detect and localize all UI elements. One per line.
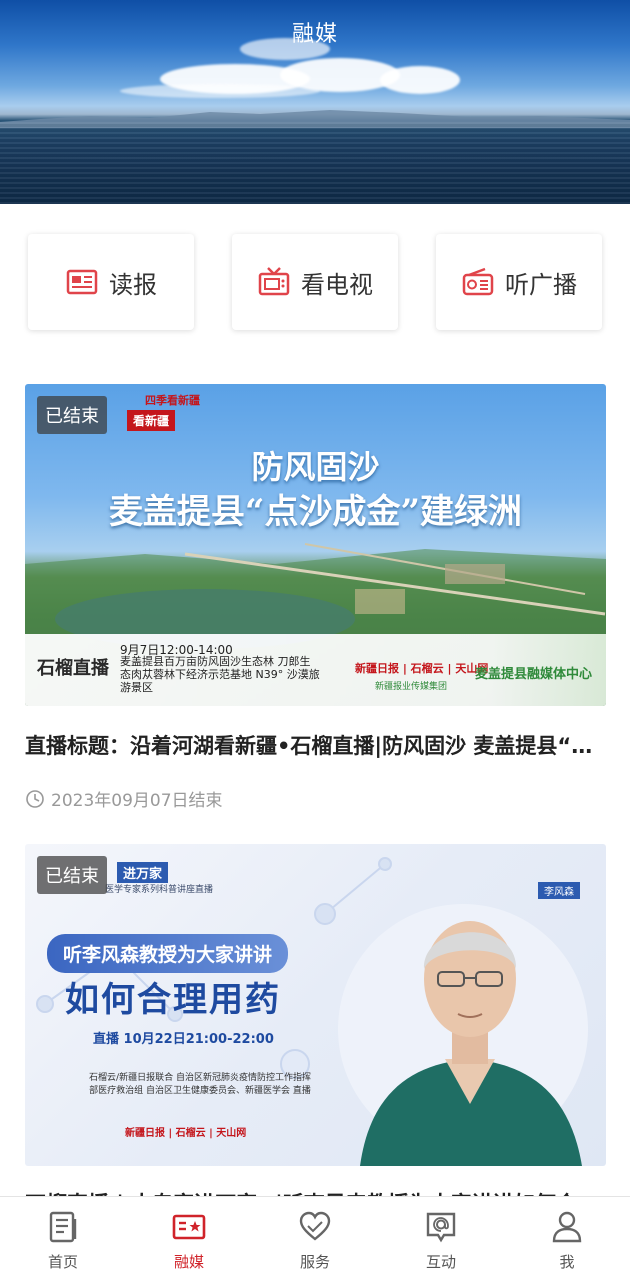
cover-location: 麦盖提县百万亩防风固沙生态林 刀郎生态肉苁蓉林下经济示范基地 N39° 沙漠旅游…	[120, 655, 320, 694]
nav-label-interact: 互动	[425, 1253, 456, 1271]
media-icon	[172, 1214, 206, 1240]
cover-logos: 新疆日报 | 石榴云 | 天山网	[355, 662, 489, 675]
oasis-aerial	[25, 543, 606, 634]
cover-headline-1: 防风固沙	[251, 448, 380, 486]
cover-brand: 进万家	[117, 862, 169, 883]
cover-logos: 新疆日报 | 石榴云 | 天山网	[125, 1128, 247, 1139]
cover-live-time: 直播 10月22日21:00-22:00	[93, 1032, 274, 1047]
doctor-portrait	[360, 921, 582, 1166]
listen-radio-label: 听广播	[505, 270, 577, 299]
cover-county-center: 麦盖提县融媒体中心	[474, 667, 592, 682]
newspaper-icon	[66, 269, 98, 295]
user-icon	[552, 1211, 582, 1243]
header-banner: 融媒	[0, 0, 630, 204]
quick-actions: 读报 看电视 听广播	[28, 234, 602, 330]
feed-item-1-cover[interactable]: 四季看新疆 看新疆 防风固沙 麦盖提县“点沙成金”建绿洲 石榴直播 9月7日12…	[25, 384, 606, 706]
watch-tv-button[interactable]: 看电视	[232, 234, 398, 330]
bottom-nav: 首页 融媒 服务 互动 我	[0, 1196, 630, 1280]
cover-organizers: 石榴云/新疆日报联合 自治区新冠肺炎疫情防控工作指挥部医疗救治组 自治区卫生健康…	[89, 1073, 311, 1096]
clock-icon	[26, 789, 44, 808]
nav-label-service: 服务	[299, 1253, 330, 1271]
nav-label-me: 我	[559, 1253, 575, 1271]
nav-item-interact[interactable]: 互动	[378, 1197, 504, 1280]
feed-item-1-meta: 2023年09月07日结束	[25, 786, 223, 811]
cover-subtitle: 医学专家系列科普讲座直播	[105, 885, 214, 895]
feed-item-1-date: 2023年09月07日结束	[51, 791, 223, 811]
feed-item-1-title[interactable]: 直播标题：沿着河湖看新疆•石榴直播|防风固沙 麦盖提县“点沙成金”建绿洲	[25, 730, 605, 760]
cover-brand: 石榴直播	[37, 658, 109, 679]
cover-headline-2: 麦盖提县“点沙成金”建绿洲	[108, 492, 523, 532]
series-tag: 看新疆	[127, 410, 176, 431]
chat-at-icon	[426, 1212, 456, 1243]
heart-hands-icon	[299, 1211, 331, 1241]
cloud	[120, 84, 320, 98]
listen-radio-button[interactable]: 听广播	[436, 234, 602, 330]
cover-headline: 如何合理用药	[65, 980, 281, 1020]
tv-icon	[258, 267, 290, 296]
nav-item-media[interactable]: 融媒	[126, 1197, 252, 1280]
nav-label-home: 首页	[47, 1253, 78, 1271]
radio-icon	[462, 267, 494, 296]
cloud	[380, 66, 460, 94]
nav-item-me[interactable]: 我	[504, 1197, 630, 1280]
status-badge: 已结束	[37, 396, 107, 434]
status-badge: 已结束	[37, 856, 107, 894]
sea	[0, 122, 630, 204]
read-newspaper-label: 读报	[109, 270, 157, 299]
page-title: 融媒	[291, 22, 338, 47]
nav-label-media: 融媒	[173, 1253, 204, 1271]
nav-item-service[interactable]: 服务	[252, 1197, 378, 1280]
feed-item-2-cover[interactable]: 进万家 医学专家系列科普讲座直播 听李风森教授为大家讲讲 如何合理用药 直播 1…	[25, 844, 606, 1166]
home-doc-icon	[49, 1211, 77, 1243]
read-newspaper-button[interactable]: 读报	[28, 234, 194, 330]
watch-tv-label: 看电视	[301, 270, 373, 299]
doctor-name-tag: 李风森	[538, 882, 580, 899]
series-tag-top: 四季看新疆	[145, 394, 200, 407]
nav-item-home[interactable]: 首页	[0, 1197, 126, 1280]
cover-pill: 听李风森教授为大家讲讲	[47, 934, 289, 973]
cover-logos-sub: 新疆报业传媒集团	[375, 682, 448, 692]
